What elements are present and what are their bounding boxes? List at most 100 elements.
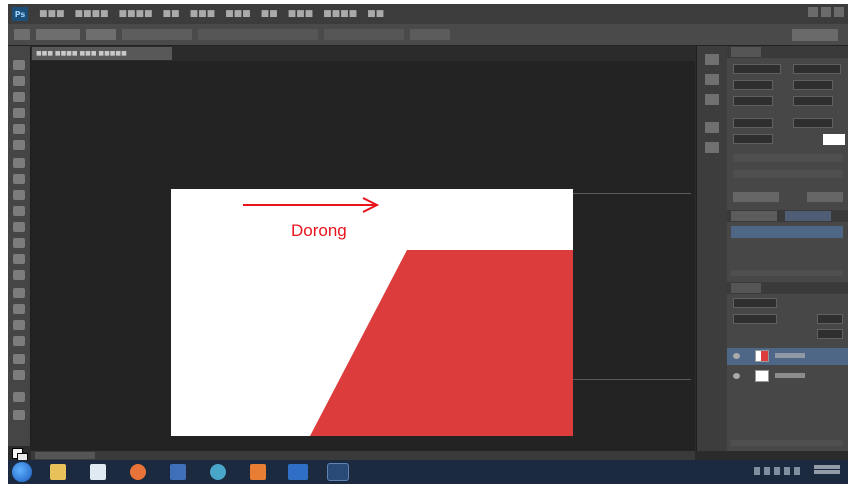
tray-icon[interactable] xyxy=(764,467,770,475)
swatches-panel-icon[interactable] xyxy=(705,122,719,133)
gradient-tool-icon[interactable] xyxy=(13,238,25,248)
panel-footer-buttons[interactable] xyxy=(731,270,843,276)
pen-tool-icon[interactable] xyxy=(13,288,25,298)
blur-tool-icon[interactable] xyxy=(13,254,25,264)
layer-filter-dropdown[interactable] xyxy=(733,298,777,308)
dodge-tool-icon[interactable] xyxy=(13,270,25,280)
font-size-field[interactable] xyxy=(733,80,773,90)
skewed-red-shape[interactable] xyxy=(171,189,573,436)
layer-row-shape[interactable] xyxy=(727,348,848,365)
shape-tool-icon[interactable] xyxy=(13,336,25,346)
healing-tool-icon[interactable] xyxy=(13,158,25,168)
menu-item[interactable]: ■■■ xyxy=(220,9,256,19)
opacity-field[interactable] xyxy=(817,314,843,324)
workspace-switcher[interactable] xyxy=(792,29,838,41)
path-select-tool-icon[interactable] xyxy=(13,320,25,330)
kerning-field[interactable] xyxy=(733,96,773,106)
windows-start-icon[interactable] xyxy=(12,462,32,482)
options-field[interactable] xyxy=(122,29,192,40)
crop-tool-icon[interactable] xyxy=(13,124,25,134)
move-tool-icon[interactable] xyxy=(13,60,25,70)
hand-tool-icon[interactable] xyxy=(13,354,25,364)
layer-name xyxy=(775,373,805,378)
menu-item[interactable]: ■■■■ xyxy=(70,9,114,19)
text-color-swatch[interactable] xyxy=(823,134,845,145)
font-style-field[interactable] xyxy=(793,64,841,74)
options-dropdown[interactable] xyxy=(36,29,80,40)
baseline-shift-field[interactable] xyxy=(733,134,773,144)
close-button[interactable] xyxy=(834,7,844,17)
menu-item[interactable]: ■■ xyxy=(158,9,185,19)
layer-thumbnail xyxy=(755,370,769,382)
photoshop-icon[interactable] xyxy=(327,463,349,481)
horizontal-scale-field[interactable] xyxy=(793,118,833,128)
menu-item[interactable]: ■■ xyxy=(256,9,283,19)
quick-select-tool-icon[interactable] xyxy=(13,108,25,118)
styles-panel-icon[interactable] xyxy=(705,142,719,153)
eye-icon[interactable] xyxy=(733,353,740,359)
menu-item[interactable]: ■■ xyxy=(362,9,389,19)
chrome-icon[interactable] xyxy=(210,464,226,480)
firefox-icon[interactable] xyxy=(130,464,146,480)
tray-icon[interactable] xyxy=(774,467,780,475)
tray-icon[interactable] xyxy=(784,467,790,475)
paint-icon[interactable] xyxy=(250,464,266,480)
selected-swatch-row[interactable] xyxy=(731,226,843,238)
distribute-controls[interactable] xyxy=(324,29,404,40)
options-dropdown[interactable] xyxy=(86,29,116,40)
opentype-buttons[interactable] xyxy=(733,170,843,178)
menu-item[interactable]: ■■■ xyxy=(34,9,70,19)
eye-icon[interactable] xyxy=(733,373,740,379)
document-tab[interactable]: ■■■ ■■■■ ■■■ ■■■■■ xyxy=(32,47,172,60)
marquee-tool-icon[interactable] xyxy=(13,76,25,86)
history-panel-icon[interactable] xyxy=(705,54,719,65)
tool-preset-picker[interactable] xyxy=(14,29,30,40)
explorer-icon[interactable] xyxy=(50,464,66,480)
canvas-workspace[interactable]: Dorong xyxy=(31,61,695,451)
styles-tab[interactable] xyxy=(785,211,831,221)
layers-footer-buttons[interactable] xyxy=(731,440,843,446)
menu-item[interactable]: ■■■■ xyxy=(114,9,158,19)
zoom-field[interactable] xyxy=(35,452,95,459)
language-dropdown[interactable] xyxy=(733,192,779,202)
menu-item[interactable]: ■■■ xyxy=(283,9,319,19)
layer-row-background[interactable] xyxy=(727,368,848,385)
quick-mask-icon[interactable] xyxy=(13,410,25,420)
document-canvas[interactable] xyxy=(171,189,573,436)
alignment-controls[interactable] xyxy=(198,29,318,40)
maximize-button[interactable] xyxy=(821,7,831,17)
brush-tool-icon[interactable] xyxy=(13,174,25,184)
menu-item[interactable]: ■■■■ xyxy=(318,9,362,19)
stamp-tool-icon[interactable] xyxy=(13,190,25,200)
character-tab[interactable] xyxy=(731,47,761,57)
menu-item[interactable]: ■■■ xyxy=(185,9,221,19)
eraser-tool-icon[interactable] xyxy=(13,222,25,232)
vertical-scale-field[interactable] xyxy=(733,118,773,128)
tray-icon[interactable] xyxy=(794,467,800,475)
zoom-tool-icon[interactable] xyxy=(13,370,25,380)
minimize-button[interactable] xyxy=(808,7,818,17)
fill-field[interactable] xyxy=(817,329,843,339)
word-icon[interactable] xyxy=(288,464,308,480)
tracking-field[interactable] xyxy=(793,96,833,106)
swatches-tab[interactable] xyxy=(731,211,777,221)
eyedropper-tool-icon[interactable] xyxy=(13,140,25,150)
options-dropdown[interactable] xyxy=(410,29,450,40)
leading-field[interactable] xyxy=(793,80,833,90)
media-icon[interactable] xyxy=(90,464,106,480)
antialias-dropdown[interactable] xyxy=(807,192,843,202)
type-tool-icon[interactable] xyxy=(13,304,25,314)
blend-mode-dropdown[interactable] xyxy=(733,314,777,324)
right-arrow-icon xyxy=(243,197,380,213)
text-style-buttons[interactable] xyxy=(733,154,843,162)
font-family-field[interactable] xyxy=(733,64,781,74)
lasso-tool-icon[interactable] xyxy=(13,92,25,102)
history-brush-tool-icon[interactable] xyxy=(13,206,25,216)
3d-tool-icon[interactable] xyxy=(13,392,25,402)
paragraph-panel-icon[interactable] xyxy=(705,94,719,105)
properties-panel-icon[interactable] xyxy=(705,74,719,85)
taskbar-clock[interactable] xyxy=(814,464,840,478)
layers-tab[interactable] xyxy=(731,283,761,293)
tray-icon[interactable] xyxy=(754,467,760,475)
mail-icon[interactable] xyxy=(170,464,186,480)
